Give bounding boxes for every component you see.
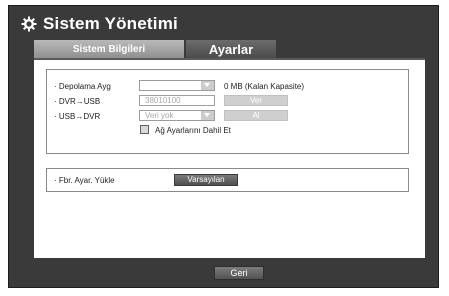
network-settings-checkbox[interactable] <box>140 125 149 134</box>
chevron-down-icon <box>201 81 214 90</box>
page-title: Sistem Yönetimi <box>43 14 178 33</box>
usb-to-dvr-value: Veri yok <box>145 111 174 120</box>
dvr-to-usb-field[interactable]: 38010100 <box>139 95 215 106</box>
capacity-text: 0 MB (Kalan Kapasite) <box>224 82 305 91</box>
dvr-to-usb-label: · DVR→USB <box>54 97 101 106</box>
factory-reset-label: · Fbr. Ayar. Yükle <box>54 176 115 185</box>
usb-to-dvr-select[interactable]: Veri yok <box>139 110 215 121</box>
title-bar: Sistem Yönetimi <box>21 12 178 36</box>
system-management-window: Sistem Yönetimi Sistem Bilgileri Ayarlar… <box>8 5 439 288</box>
export-button[interactable]: Ver <box>224 95 288 106</box>
storage-label: · Depolama Ayg <box>54 82 111 91</box>
gear-icon <box>21 16 37 32</box>
factory-reset-group: · Fbr. Ayar. Yükle Varsayılan <box>46 168 409 192</box>
tab-system-info[interactable]: Sistem Bilgileri <box>34 40 184 59</box>
chevron-down-icon <box>201 111 214 120</box>
usb-to-dvr-label: · USB→DVR <box>54 112 101 121</box>
default-button[interactable]: Varsayılan <box>174 174 238 186</box>
settings-panel: · Depolama Ayg 0 MB (Kalan Kapasite) · D… <box>34 60 425 258</box>
back-button[interactable]: Geri <box>214 266 264 280</box>
tab-settings[interactable]: Ayarlar <box>186 40 276 59</box>
storage-device-select[interactable] <box>139 80 215 91</box>
backup-group: · Depolama Ayg 0 MB (Kalan Kapasite) · D… <box>46 69 409 154</box>
import-button[interactable]: Al <box>224 110 288 121</box>
network-settings-label: Ağ Ayarlarını Dahil Et <box>155 126 231 135</box>
